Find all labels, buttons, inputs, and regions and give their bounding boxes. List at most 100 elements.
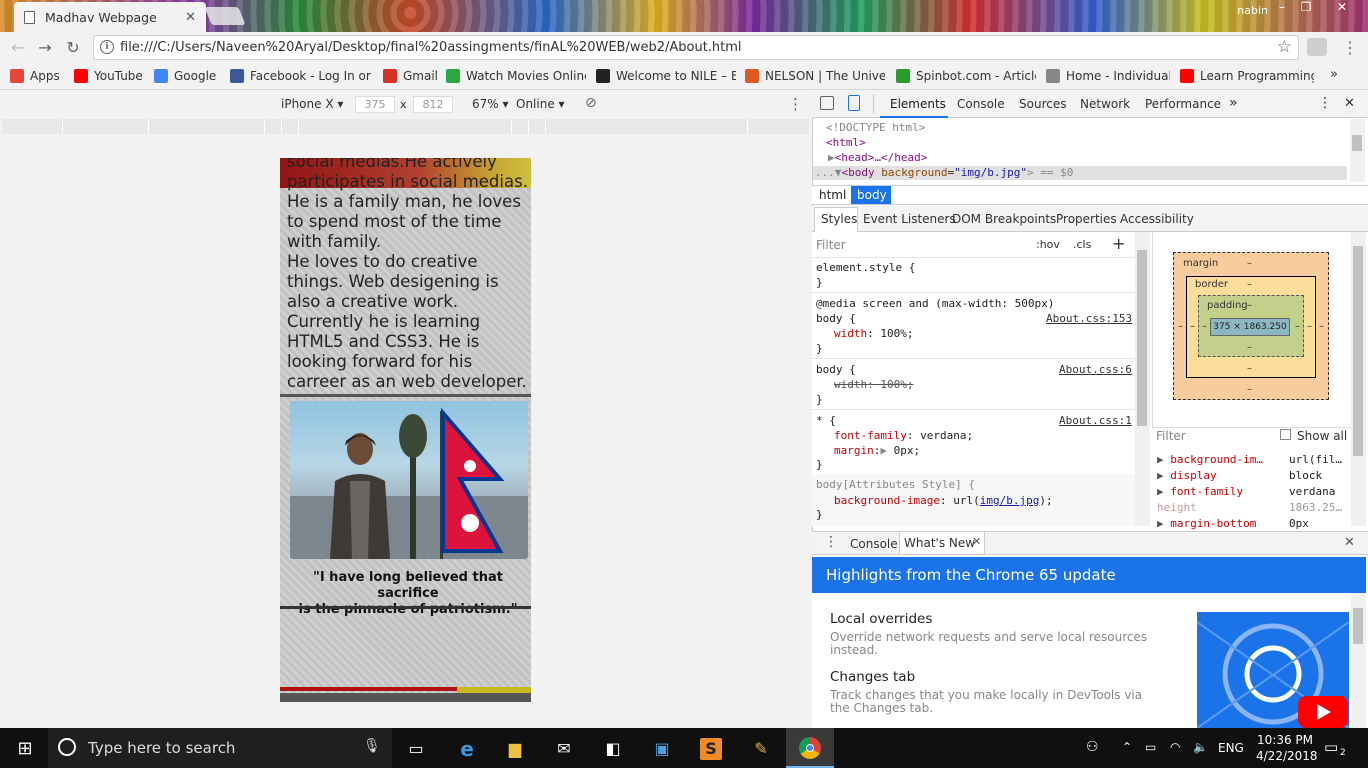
border-top-value[interactable]: – xyxy=(1247,279,1252,290)
dom-body[interactable]: ...▼<body background="img/b.jpg"> == $0 xyxy=(815,166,1073,179)
computed-property[interactable]: ▶ font-family xyxy=(1157,485,1243,498)
people-icon[interactable]: ⚇ xyxy=(1086,739,1099,755)
computed-value[interactable]: 1863.25… xyxy=(1289,501,1342,514)
drawer-scrollbar-thumb[interactable] xyxy=(1353,608,1363,644)
tab-sources[interactable]: Sources xyxy=(1019,97,1066,111)
rotate-icon[interactable]: ⊘ xyxy=(585,95,597,111)
bookmark-item[interactable]: Google xyxy=(154,68,222,84)
border-left-value[interactable]: – xyxy=(1190,321,1195,332)
media-query-bar[interactable] xyxy=(2,119,809,134)
bookmark-item[interactable]: Gmail xyxy=(383,68,439,84)
restore-button[interactable]: ❐ xyxy=(1294,0,1318,18)
box-model-content[interactable]: 375 × 1863.250 xyxy=(1210,318,1290,336)
bookmark-item[interactable]: Apps xyxy=(10,68,68,84)
address-bar[interactable]: i file:///C:/Users/Naveen%20Aryal/Deskto… xyxy=(93,35,1299,60)
chrome-taskbar-button[interactable] xyxy=(786,728,834,768)
taskbar-search-box[interactable]: Type here to search 🎙 xyxy=(48,728,392,768)
breadcrumb-html[interactable]: html xyxy=(819,188,846,202)
computed-value[interactable]: 0px xyxy=(1289,517,1309,530)
sublime-text-icon[interactable]: S xyxy=(700,738,722,760)
inspect-element-icon[interactable] xyxy=(820,96,834,110)
tab-close-icon[interactable]: ✕ xyxy=(185,10,196,25)
source-link[interactable]: About.css:6 xyxy=(1059,363,1132,376)
bookmarks-overflow-icon[interactable]: » xyxy=(1330,67,1338,82)
drawer-menu-icon[interactable]: ⋮ xyxy=(824,534,838,550)
padding-top-value[interactable]: – xyxy=(1247,300,1252,311)
computed-property[interactable]: ▶ display xyxy=(1157,469,1217,482)
video-thumbnail[interactable] xyxy=(1197,612,1349,728)
battery-icon[interactable]: ▭ xyxy=(1145,740,1156,754)
mail-icon[interactable]: ✉ xyxy=(553,738,575,760)
close-tab-icon[interactable]: ✕ xyxy=(972,535,981,548)
show-hidden-icons[interactable]: ⌃ xyxy=(1122,740,1132,754)
volume-icon[interactable]: 🔈 xyxy=(1193,740,1208,754)
padding-bottom-value[interactable]: – xyxy=(1247,342,1252,353)
info-icon[interactable]: i xyxy=(100,40,114,54)
bookmark-item[interactable]: NELSON | The Unive xyxy=(745,68,885,84)
subtab-properties[interactable]: Properties xyxy=(1056,212,1117,226)
edge-icon[interactable]: e xyxy=(456,738,478,760)
emulated-page[interactable]: social medias.He actively participates in… xyxy=(280,158,531,702)
padding-right-value[interactable]: – xyxy=(1295,321,1300,332)
tab-performance[interactable]: Performance xyxy=(1145,97,1221,111)
style-declaration[interactable]: width: 100%; xyxy=(834,327,914,340)
wifi-icon[interactable]: ◠ xyxy=(1170,740,1180,754)
devtools-close-icon[interactable]: ✕ xyxy=(1344,96,1355,111)
reload-button[interactable]: ↻ xyxy=(63,38,83,58)
app-icon[interactable]: ▣ xyxy=(651,738,673,760)
computed-value[interactable]: block xyxy=(1289,469,1322,482)
bookmark-item[interactable]: YouTube xyxy=(74,68,144,84)
bookmark-item[interactable]: Facebook - Log In or xyxy=(230,68,372,84)
clock-time[interactable]: 10:36 PM xyxy=(1257,733,1313,747)
subtab-event-listeners[interactable]: Event Listeners xyxy=(863,212,956,226)
input-language[interactable]: ENG xyxy=(1218,741,1244,755)
device-select[interactable]: iPhone X ▾ xyxy=(281,97,343,111)
border-right-value[interactable]: – xyxy=(1307,321,1312,332)
bookmark-item[interactable]: Watch Movies Online xyxy=(446,68,586,84)
element-style-rule[interactable]: element.style { xyxy=(816,261,915,274)
margin-right-value[interactable]: – xyxy=(1319,321,1324,332)
margin-left-value[interactable]: – xyxy=(1178,321,1183,332)
margin-bottom-value[interactable]: – xyxy=(1247,384,1252,395)
border-bottom-value[interactable]: – xyxy=(1247,363,1252,374)
new-rule-icon[interactable]: + xyxy=(1112,234,1125,253)
source-link[interactable]: About.css:153 xyxy=(1046,312,1132,325)
bookmark-item[interactable]: Welcome to NILE – B xyxy=(596,68,736,84)
device-mode-icon[interactable] xyxy=(848,95,860,111)
computed-value[interactable]: verdana xyxy=(1289,485,1335,498)
dom-doctype[interactable]: <!DOCTYPE html> xyxy=(826,121,925,134)
source-link[interactable]: About.css:1 xyxy=(1059,414,1132,427)
bookmark-item[interactable]: Learn Programming xyxy=(1180,68,1314,84)
profile-name[interactable]: nabin xyxy=(1237,4,1268,17)
bookmark-star-icon[interactable]: ☆ xyxy=(1277,37,1292,57)
clock-date[interactable]: 4/22/2018 xyxy=(1256,749,1318,763)
computed-value[interactable]: url(fil… xyxy=(1289,453,1342,466)
style-declaration[interactable]: margin:▶ 0px; xyxy=(834,444,920,457)
styles-scrollbar-thumb[interactable] xyxy=(1137,250,1147,426)
breadcrumb-body[interactable]: body xyxy=(851,186,891,204)
tab-elements[interactable]: Elements xyxy=(890,97,946,111)
subtab-dom-breakpoints[interactable]: DOM Breakpoints xyxy=(952,212,1056,226)
close-window-button[interactable]: ✕ xyxy=(1326,0,1358,18)
computed-property[interactable]: ▶ background-im… xyxy=(1157,453,1263,466)
tab-network[interactable]: Network xyxy=(1080,97,1130,111)
new-tab-button[interactable] xyxy=(204,7,246,25)
back-button[interactable]: ← xyxy=(8,38,28,58)
bookmark-item[interactable]: Home - Individual xyxy=(1046,68,1170,84)
style-declaration[interactable]: background-image: url(img/b.jpg); xyxy=(834,494,1053,507)
browser-tab-active[interactable]: Madhav Webpage ✕ xyxy=(14,2,206,32)
drawer-tab-whats-new[interactable]: What's New ✕ xyxy=(899,532,985,554)
rule-selector[interactable]: body { xyxy=(816,312,856,325)
chrome-menu-icon[interactable]: ⋮ xyxy=(1342,38,1358,57)
computed-scrollbar-thumb[interactable] xyxy=(1353,246,1363,456)
padding-left-value[interactable]: – xyxy=(1202,321,1207,332)
dom-html[interactable]: <html> xyxy=(826,136,866,149)
task-view-icon[interactable]: ▭ xyxy=(405,738,427,760)
tab-console[interactable]: Console xyxy=(957,97,1005,111)
hover-state-toggle[interactable]: :hov xyxy=(1036,238,1060,251)
microphone-icon[interactable]: 🎙 xyxy=(363,738,381,754)
store-icon[interactable]: ◧ xyxy=(602,738,624,760)
subtab-styles[interactable]: Styles xyxy=(821,212,857,226)
drawer-tab-console[interactable]: Console xyxy=(850,537,898,551)
file-explorer-icon[interactable]: ▆ xyxy=(504,738,526,760)
